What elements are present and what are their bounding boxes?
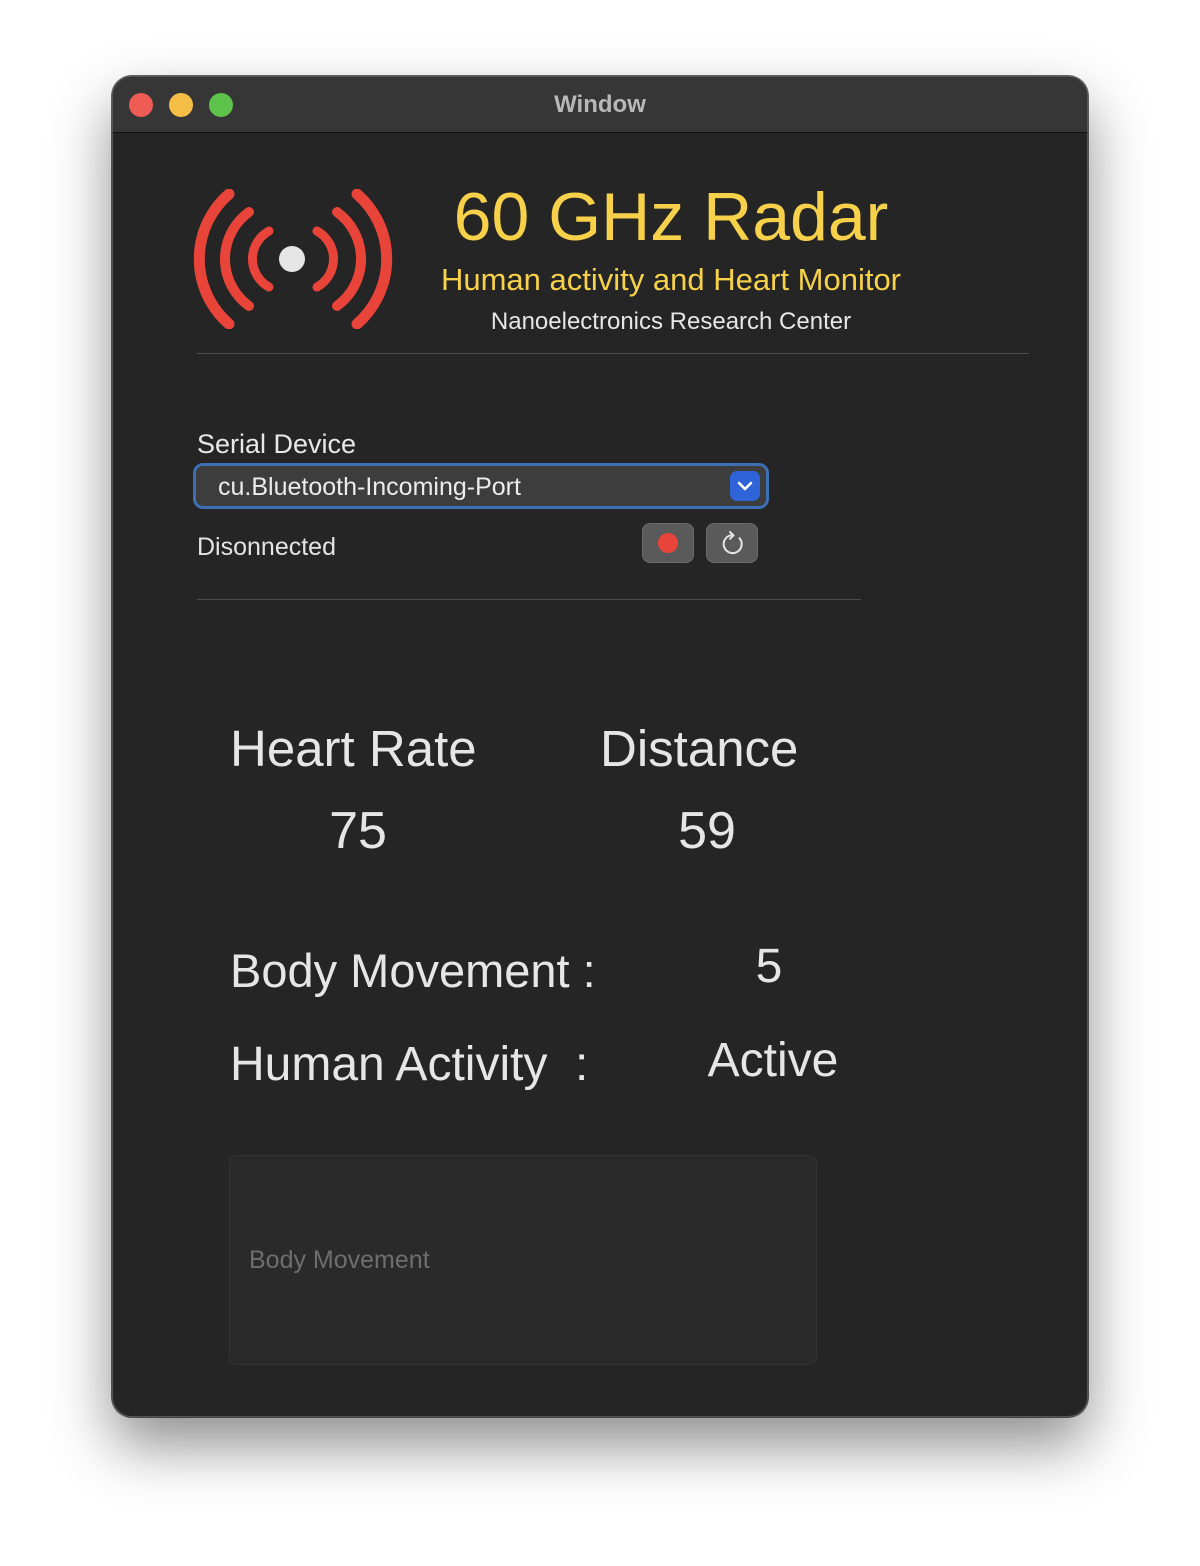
serial-device-value: cu.Bluetooth-Incoming-Port <box>218 473 521 501</box>
body-movement-chart: Body Movement <box>229 1155 817 1365</box>
app-title: 60 GHz Radar <box>453 179 889 255</box>
human-activity-colon: : <box>575 1038 589 1091</box>
app-window: Window 60 GHz Radar Human activity and H… <box>112 76 1088 1417</box>
body-movement-label: Body Movement : <box>230 944 596 997</box>
header-divider <box>197 353 1029 354</box>
radio-waves-icon <box>193 189 393 329</box>
distance-label: Distance <box>600 720 799 777</box>
app-subtitle: Human activity and Heart Monitor <box>440 262 902 297</box>
organization-label: Nanoelectronics Research Center <box>490 308 852 335</box>
chevron-down-icon[interactable] <box>730 471 760 501</box>
human-activity-value: Active <box>707 1034 839 1087</box>
connection-status: Disonnected <box>197 533 336 561</box>
human-activity-label: Human Activity <box>230 1038 548 1091</box>
record-icon <box>658 533 678 553</box>
serial-device-select[interactable]: cu.Bluetooth-Incoming-Port <box>193 463 769 509</box>
heart-rate-label: Heart Rate <box>230 720 477 777</box>
heart-rate-value: 75 <box>329 802 387 860</box>
distance-value: 59 <box>678 802 736 860</box>
refresh-button[interactable] <box>706 523 758 563</box>
serial-device-label: Serial Device <box>197 429 357 459</box>
serial-divider <box>197 599 861 600</box>
connect-record-button[interactable] <box>642 523 694 563</box>
body-movement-value: 5 <box>755 940 783 993</box>
window-title: Window <box>554 91 646 118</box>
title-bar: Window <box>113 77 1087 133</box>
refresh-icon <box>722 531 743 555</box>
chart-placeholder-text: Body Movement <box>249 1246 430 1274</box>
